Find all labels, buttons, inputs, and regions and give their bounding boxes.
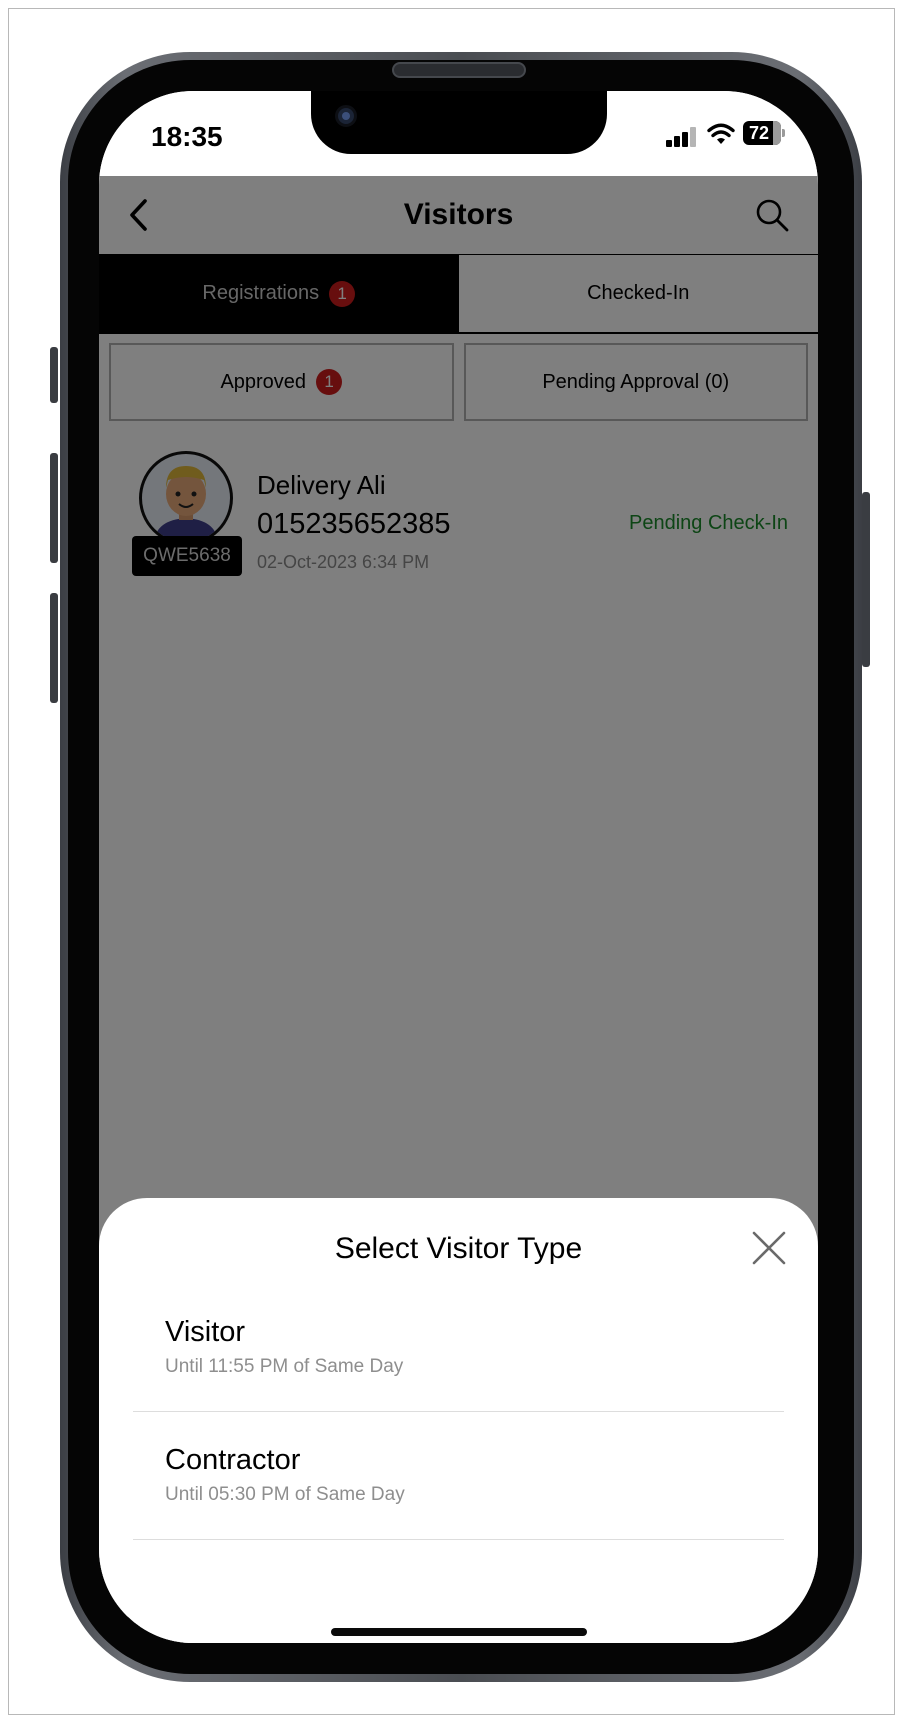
close-icon[interactable] <box>751 1230 787 1266</box>
silent-switch <box>50 347 58 403</box>
option-contractor-title: Contractor <box>165 1444 301 1476</box>
cellular-signal-icon <box>666 127 698 147</box>
battery-icon: 72 <box>743 121 785 147</box>
volume-up-button <box>50 453 58 563</box>
status-bar: 18:35 72 <box>99 91 818 176</box>
option-visitor-title: Visitor <box>165 1316 246 1348</box>
option-contractor[interactable]: Contractor Until 05:30 PM of Same Day <box>133 1412 784 1540</box>
front-camera <box>335 105 357 127</box>
speaker-grill <box>392 62 526 78</box>
option-visitor[interactable]: Visitor Until 11:55 PM of Same Day <box>133 1284 784 1412</box>
phone-screen: 18:35 72 Visitors <box>99 91 818 1643</box>
sheet-title: Select Visitor Type <box>334 1232 583 1265</box>
status-time: 18:35 <box>151 121 223 152</box>
visitor-type-sheet: Select Visitor Type Visitor Until 11:55 … <box>99 1198 818 1643</box>
wifi-icon <box>707 123 735 144</box>
volume-down-button <box>50 593 58 703</box>
option-contractor-subtitle: Until 05:30 PM of Same Day <box>165 1484 405 1505</box>
option-visitor-subtitle: Until 11:55 PM of Same Day <box>165 1356 404 1377</box>
power-button <box>862 492 870 667</box>
home-indicator[interactable] <box>331 1628 587 1636</box>
battery-level: 72 <box>748 123 770 143</box>
notch <box>311 91 607 154</box>
